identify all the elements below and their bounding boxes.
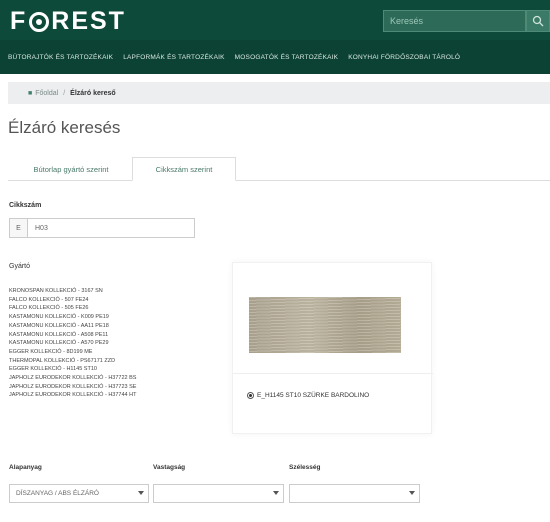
- breadcrumb: ■ Főoldal / Élzáró kereső: [8, 82, 550, 104]
- chevron-down-icon: [138, 491, 144, 495]
- nav-item-mosogatok[interactable]: MOSOGATÓK ÉS TARTOZÉKAIK: [235, 54, 339, 61]
- chevron-down-icon: [273, 491, 279, 495]
- gyarto-list: KRONOSPAN KOLLEKCIÓ - 3167 SN FALCO KOLL…: [9, 287, 199, 400]
- edge-band-swatch[interactable]: [249, 297, 401, 353]
- page-title: Élzáró keresés: [8, 118, 121, 137]
- nav-item-butorajtok[interactable]: BÚTORAJTÓK ÉS TARTOZÉKAIK: [8, 54, 113, 61]
- search-button[interactable]: [526, 10, 550, 32]
- tab-butorlap-gyarto[interactable]: Bútorlap gyártó szerint: [10, 157, 132, 181]
- vastagsag-label: Vastagság: [153, 464, 186, 471]
- list-item[interactable]: JAPHOLZ EURODEKOR KOLLEKCIÓ - H37722 BS: [9, 374, 199, 383]
- preview-option[interactable]: E_H1145 ST10 SZÜRKE BARDOLINO: [247, 392, 369, 399]
- home-icon: ■: [28, 89, 33, 97]
- chevron-down-icon: [409, 491, 415, 495]
- radio-selected-icon[interactable]: [247, 392, 254, 399]
- logo-text-first: F: [10, 7, 28, 35]
- list-item[interactable]: KASTAMONU KOLLEKCIÓ - K009 PE19: [9, 313, 199, 322]
- logo-o-icon: [29, 11, 50, 32]
- breadcrumb-current: Élzáró kereső: [70, 89, 116, 97]
- preview-divider: [233, 373, 433, 374]
- list-item[interactable]: EGGER KOLLEKCIÓ - H1145 ST10: [9, 365, 199, 374]
- breadcrumb-home[interactable]: Főoldal: [35, 90, 58, 97]
- list-item[interactable]: JAPHOLZ EURODEKOR KOLLEKCIÓ - H37744 HT: [9, 391, 199, 400]
- list-item[interactable]: EGGER KOLLEKCIÓ - 8D199 ME: [9, 348, 199, 357]
- cikkszam-field[interactable]: E H03: [9, 218, 195, 238]
- cikkszam-value[interactable]: H03: [28, 225, 48, 232]
- forest-logo[interactable]: F REST: [10, 7, 126, 36]
- cikkszam-label: Cikkszám: [9, 202, 42, 209]
- list-item[interactable]: FALCO KOLLEKCIÓ - 507 FE24: [9, 296, 199, 305]
- main-nav: BÚTORAJTÓK ÉS TARTOZÉKAIK LAPFORMÁK ÉS T…: [0, 40, 550, 74]
- cikkszam-prefix: E: [10, 219, 28, 237]
- site-header: F REST Keresés: [0, 0, 550, 40]
- search-input[interactable]: Keresés: [383, 10, 526, 32]
- alapanyag-value: DÍSZANYAG / ABS ÉLZÁRÓ: [16, 490, 99, 497]
- gyarto-label: Gyártó: [9, 263, 31, 270]
- alapanyag-select[interactable]: DÍSZANYAG / ABS ÉLZÁRÓ: [9, 484, 149, 503]
- list-item[interactable]: THERMOPAL KOLLEKCIÓ - PS67171 ZZD: [9, 357, 199, 366]
- list-item[interactable]: KASTAMONU KOLLEKCIÓ - A570 PE29: [9, 339, 199, 348]
- preview-caption-text: E_H1145 ST10 SZÜRKE BARDOLINO: [257, 392, 370, 399]
- list-item[interactable]: KRONOSPAN KOLLEKCIÓ - 3167 SN: [9, 287, 199, 296]
- breadcrumb-separator: /: [63, 89, 66, 97]
- nav-item-konyhai-tarolo[interactable]: KONYHAI FÖRDŐSZOBAI TÁROLÓ: [348, 54, 460, 61]
- product-preview-card: E_H1145 ST10 SZÜRKE BARDOLINO: [232, 262, 433, 434]
- list-item[interactable]: JAPHOLZ EURODEKOR KOLLEKCIÓ - H37723 SE: [9, 383, 199, 392]
- alapanyag-label: Alapanyag: [9, 464, 42, 471]
- nav-item-lapformak[interactable]: LAPFORMÁK ÉS TARTOZÉKAIK: [123, 54, 224, 61]
- vastagsag-select[interactable]: [153, 484, 284, 503]
- szelesseg-label: Szélesség: [289, 464, 321, 471]
- szelesseg-select[interactable]: [289, 484, 420, 503]
- search-icon: [532, 15, 544, 27]
- list-item[interactable]: KASTAMONU KOLLEKCIÓ - A508 PE11: [9, 331, 199, 340]
- list-item[interactable]: KASTAMONU KOLLEKCIÓ - AA11 PE18: [9, 322, 199, 331]
- tab-cikkszam[interactable]: Cikkszám szerint: [132, 157, 236, 181]
- logo-text-rest: REST: [51, 7, 126, 35]
- list-item[interactable]: FALCO KOLLEKCIÓ - 505 FE26: [9, 304, 199, 313]
